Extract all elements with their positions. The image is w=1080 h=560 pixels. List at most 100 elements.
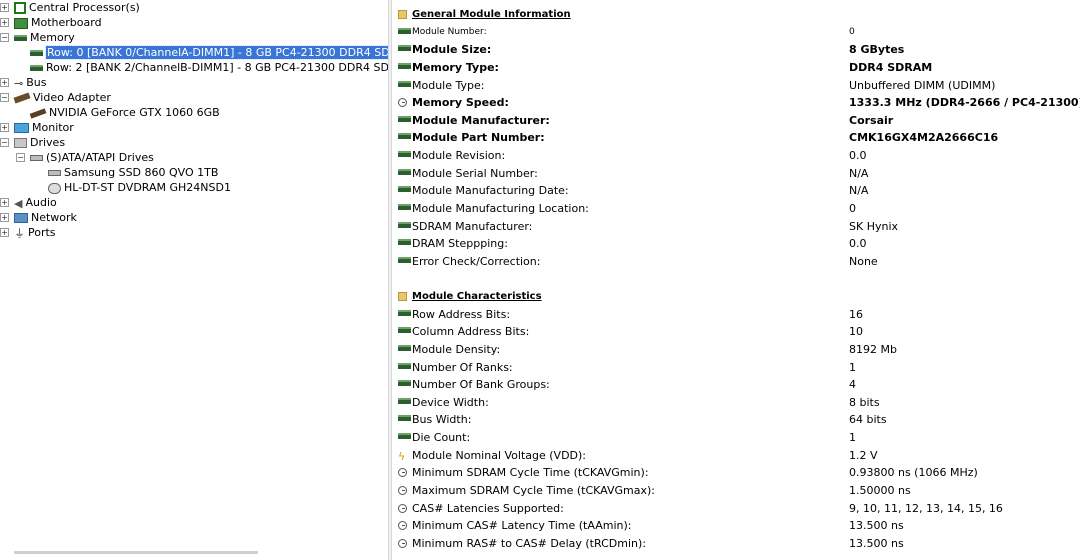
memory-icon <box>398 151 411 157</box>
tree-item-memory-row-2[interactable]: Row: 2 [BANK 2/ChannelB-DIMM1] - 8 GB PC… <box>30 60 388 75</box>
expand-icon[interactable]: + <box>0 228 9 237</box>
detail-row: Module Number: 0 <box>398 24 1078 41</box>
tree-item-label: Row: 0 [BANK 0/ChannelA-DIMM1] - 8 GB PC… <box>44 45 388 60</box>
tree-item-label: HL-DT-ST DVDRAM GH24NSD1 <box>64 181 231 194</box>
motherboard-icon <box>14 17 28 29</box>
detail-row: Number Of Ranks: 1 <box>398 359 1078 376</box>
tree-item-dvd[interactable]: HL-DT-ST DVDRAM GH24NSD1 <box>48 180 231 195</box>
collapse-icon[interactable]: − <box>0 93 9 102</box>
tree-item-label: Memory <box>30 31 75 44</box>
tree-item-audio[interactable]: + ◀ Audio <box>0 195 57 210</box>
detail-row: Minimum CAS# Latency Time (tAAmin): 13.5… <box>398 517 1078 534</box>
detail-row: SDRAM Manufacturer: SK Hynix <box>398 218 1078 235</box>
tree-item-network[interactable]: + Network <box>0 210 77 225</box>
detail-row: Module Manufacturing Location: 0 <box>398 200 1078 217</box>
expand-icon[interactable]: + <box>0 213 9 222</box>
tree-item-bus[interactable]: + ⊸ Bus <box>0 75 46 90</box>
detail-row: Memory Type: DDR4 SDRAM <box>398 59 1078 76</box>
detail-row: Error Check/Correction: None <box>398 253 1078 270</box>
detail-row: Module Serial Number: N/A <box>398 165 1078 182</box>
tree-item-memory[interactable]: − Memory <box>0 30 75 45</box>
ram-module-icon <box>30 65 43 71</box>
expand-icon[interactable]: + <box>0 78 9 87</box>
tree-item-label: Bus <box>26 76 47 89</box>
collapse-icon[interactable]: − <box>16 153 25 162</box>
detail-row: Minimum SDRAM Cycle Time (tCKAVGmin): 0.… <box>398 464 1078 481</box>
network-icon <box>14 213 28 223</box>
memory-icon <box>398 380 411 386</box>
tree-item-label: Row: 2 [BANK 2/ChannelB-DIMM1] - 8 GB PC… <box>46 61 388 74</box>
detail-row: Module Revision: 0.0 <box>398 147 1078 164</box>
drives-icon <box>14 138 27 148</box>
detail-row: Minimum RAS# to CAS# Delay (tRCDmin): 13… <box>398 535 1078 552</box>
expand-icon[interactable]: + <box>0 198 9 207</box>
video-adapter-icon <box>13 92 31 104</box>
tree-item-label: Samsung SSD 860 QVO 1TB <box>64 166 219 179</box>
memory-icon <box>398 63 411 69</box>
tree-item-monitor[interactable]: + Monitor <box>0 120 74 135</box>
collapse-icon[interactable]: − <box>0 33 9 42</box>
detail-row: Bus Width: 64 bits <box>398 411 1078 428</box>
horizontal-scrollbar[interactable] <box>14 551 258 554</box>
tree-item-motherboard[interactable]: + Motherboard <box>0 15 102 30</box>
clock-icon <box>398 98 407 107</box>
tree-item-label: Central Processor(s) <box>29 1 140 14</box>
detail-row: Device Width: 8 bits <box>398 394 1078 411</box>
memory-icon <box>398 169 411 175</box>
expand-icon[interactable]: + <box>0 123 9 132</box>
memory-icon <box>398 222 411 228</box>
memory-icon <box>398 433 411 439</box>
detail-row: CAS# Latencies Supported: 9, 10, 11, 12,… <box>398 500 1078 517</box>
memory-icon <box>398 327 411 333</box>
memory-icon <box>398 45 411 51</box>
tree-item-ports[interactable]: + ⏚ Ports <box>0 225 56 240</box>
ram-module-icon <box>30 50 43 56</box>
tree-item-drives[interactable]: − Drives <box>0 135 65 150</box>
memory-icon <box>398 310 411 316</box>
expand-icon[interactable]: + <box>0 18 9 27</box>
tree-item-ata-drives[interactable]: − (S)ATA/ATAPI Drives <box>16 150 154 165</box>
detail-row: Number Of Bank Groups: 4 <box>398 376 1078 393</box>
tree-item-label: Motherboard <box>31 16 102 29</box>
expand-icon[interactable]: + <box>0 3 9 12</box>
tree-item-label: Network <box>31 211 77 224</box>
section-header-characteristics: Module Characteristics <box>398 288 1078 305</box>
cpu-icon <box>14 2 26 14</box>
monitor-icon <box>14 123 29 133</box>
ports-icon: ⏚ <box>14 226 25 240</box>
tree-item-video-adapter[interactable]: − Video Adapter <box>0 90 111 105</box>
memory-icon <box>398 363 411 369</box>
dvd-icon <box>48 182 61 194</box>
detail-row: Module Size: 8 GBytes <box>398 41 1078 58</box>
detail-row: ϟ Module Nominal Voltage (VDD): 1.2 V <box>398 449 878 463</box>
gpu-icon <box>29 107 47 119</box>
memory-icon <box>398 257 411 263</box>
memory-icon <box>398 28 411 34</box>
tree-item-memory-row-0[interactable]: Row: 0 [BANK 0/ChannelA-DIMM1] - 8 GB PC… <box>30 45 388 60</box>
memory-icon <box>398 345 411 351</box>
ssd-icon <box>48 170 61 176</box>
device-tree-panel[interactable]: + Central Processor(s) + Motherboard − M… <box>0 0 388 560</box>
tree-item-label: Ports <box>28 226 56 239</box>
voltage-icon: ϟ <box>398 450 406 463</box>
memory-icon <box>398 204 411 210</box>
memory-icon <box>398 398 411 404</box>
detail-row: Column Address Bits: 10 <box>398 323 1078 340</box>
detail-row: DRAM Steppping: 0.0 <box>398 235 1078 252</box>
details-panel: General Module Information Module Number… <box>392 0 1080 560</box>
tree-item-cpu[interactable]: + Central Processor(s) <box>0 0 140 15</box>
tree-item-label: NVIDIA GeForce GTX 1060 6GB <box>49 106 220 119</box>
collapse-icon[interactable]: − <box>0 138 9 147</box>
tree-item-ssd[interactable]: Samsung SSD 860 QVO 1TB <box>48 165 218 180</box>
tree-item-label: Drives <box>30 136 66 149</box>
detail-row: Module Density: 8192 Mb <box>398 341 1078 358</box>
memory-icon <box>14 35 27 41</box>
clock-icon <box>398 521 407 530</box>
clock-icon <box>398 468 407 477</box>
tree-item-label: Audio <box>25 196 57 209</box>
tree-item-gpu[interactable]: NVIDIA GeForce GTX 1060 6GB <box>29 105 220 120</box>
memory-icon <box>398 81 411 87</box>
detail-row: Row Address Bits: 16 <box>398 306 1078 323</box>
clock-icon <box>398 504 407 513</box>
memory-icon <box>398 133 411 139</box>
